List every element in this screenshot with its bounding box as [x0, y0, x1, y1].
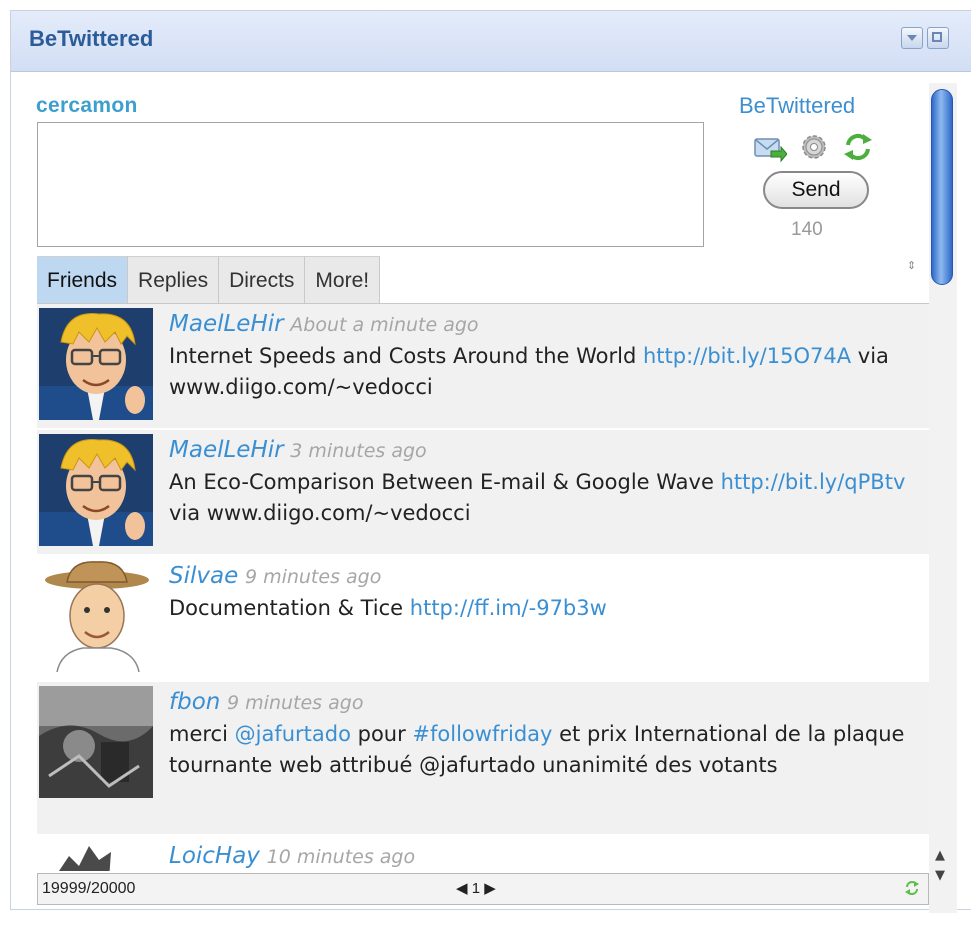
maximize-icon[interactable] [927, 27, 949, 49]
tab-directs[interactable]: Directs [219, 256, 306, 303]
tweet-body: MaelLeHir About a minute ago Internet Sp… [169, 309, 923, 403]
tweet-body: fbon 9 minutes ago merci @jafurtado pour… [169, 687, 923, 781]
tweet-author[interactable]: MaelLeHir [169, 311, 284, 337]
dropdown-icon[interactable] [901, 27, 923, 49]
tweet-text: via www.diigo.com/~vedocci [169, 501, 471, 525]
tweet-link[interactable]: http://ff.im/-97b3w [410, 596, 607, 620]
tweet-list[interactable]: MaelLeHir About a minute ago Internet Sp… [37, 304, 929, 871]
tab-more[interactable]: More! [305, 256, 381, 303]
page-number: 1 [471, 880, 481, 897]
avatar[interactable] [39, 840, 153, 871]
avatar[interactable] [39, 686, 153, 798]
tweet-link[interactable]: http://bit.ly/15O74A [643, 344, 851, 368]
tweet-body: Silvae 9 minutes ago Documentation & Tic… [169, 561, 923, 624]
tweet-item[interactable]: LoicHay 10 minutes ago [37, 836, 929, 871]
tweet-item[interactable]: fbon 9 minutes ago merci @jafurtado pour… [37, 682, 929, 836]
username-label: cercamon [36, 94, 138, 117]
tweet-mention[interactable]: @jafurtado [235, 722, 351, 746]
rate-limit-counter: 19999/20000 [42, 880, 136, 897]
tab-replies[interactable]: Replies [128, 256, 220, 303]
tweet-author[interactable]: LoicHay [169, 843, 260, 869]
vertical-scrollbar[interactable]: ▲ ▼ [929, 83, 957, 913]
tweet-text: pour [350, 722, 413, 746]
avatar[interactable] [39, 560, 153, 672]
tweet-time: 3 minutes ago [290, 440, 427, 462]
avatar[interactable] [39, 434, 153, 546]
tweet-item[interactable]: Silvae 9 minutes ago Documentation & Tic… [37, 556, 929, 682]
tweet-time: 9 minutes ago [244, 566, 382, 588]
gear-icon[interactable] [797, 131, 831, 163]
compose-textarea[interactable] [37, 122, 704, 247]
tweet-item[interactable]: MaelLeHir About a minute ago Internet Sp… [37, 304, 929, 430]
tweet-time: 9 minutes ago [227, 692, 364, 714]
tweet-link[interactable]: http://bit.ly/qPBtv [721, 470, 906, 494]
tweet-item[interactable]: MaelLeHir 3 minutes ago An Eco-Compariso… [37, 430, 929, 556]
betwittered-widget: BeTwittered cercamon BeTwittered Send 14… [10, 10, 971, 913]
send-button[interactable]: Send [763, 171, 869, 209]
status-bar: 19999/20000 ◀ 1 ▶ [37, 873, 929, 905]
tweet-time: 10 minutes ago [266, 846, 416, 868]
tweet-body: LoicHay 10 minutes ago [169, 841, 923, 871]
refresh-icon[interactable] [841, 131, 875, 163]
tweet-text: Documentation & Tice [169, 596, 410, 620]
title-bar: BeTwittered [11, 11, 971, 72]
tweet-author[interactable]: Silvae [169, 563, 238, 589]
tweet-text: An Eco-Comparison Between E-mail & Googl… [169, 470, 721, 494]
prev-arrow-icon[interactable]: ◀ [456, 880, 468, 897]
pagination: ◀ 1 ▶ [456, 879, 496, 897]
tweet-author[interactable]: MaelLeHir [169, 437, 284, 463]
tweet-text: Internet Speeds and Costs Around the Wor… [169, 344, 643, 368]
scrollbar-thumb[interactable] [931, 89, 953, 285]
tab-friends[interactable]: Friends [37, 256, 129, 303]
refresh-icon[interactable] [904, 880, 920, 896]
tweet-time: About a minute ago [290, 314, 479, 336]
tweet-hashtag[interactable]: #followfriday [412, 722, 552, 746]
next-arrow-icon[interactable]: ▶ [484, 880, 496, 897]
scroll-down-icon[interactable]: ▼ [935, 868, 945, 883]
mail-icon[interactable] [753, 131, 787, 163]
tweet-author[interactable]: fbon [169, 689, 220, 715]
timeline-tabs: Friends Replies Directs More! [37, 256, 381, 303]
tweet-body: MaelLeHir 3 minutes ago An Eco-Compariso… [169, 435, 923, 529]
scroll-up-icon[interactable]: ▲ [935, 848, 945, 863]
avatar[interactable] [39, 308, 153, 420]
brand-link[interactable]: BeTwittered [739, 93, 855, 119]
tweet-text: merci [169, 722, 235, 746]
resize-handle-icon[interactable]: ⇕ [907, 259, 916, 272]
char-counter: 140 [791, 219, 823, 240]
app-title: BeTwittered [29, 26, 154, 51]
